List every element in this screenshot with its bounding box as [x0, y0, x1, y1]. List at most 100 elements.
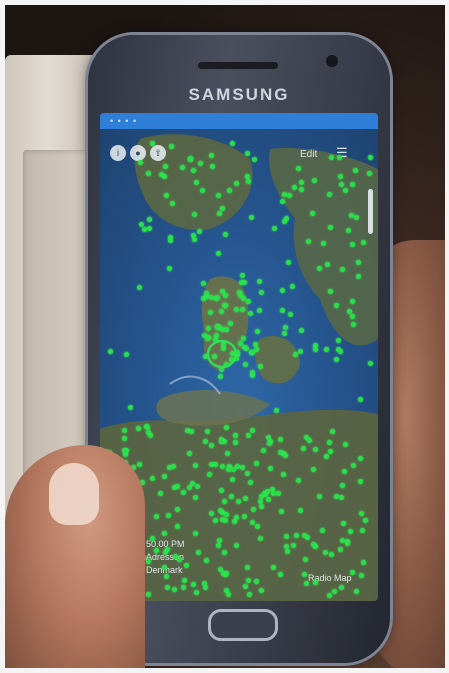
- station-marker[interactable]: [237, 292, 243, 298]
- station-marker[interactable]: [233, 307, 239, 313]
- station-marker[interactable]: [221, 341, 227, 347]
- station-marker[interactable]: [353, 588, 359, 594]
- station-marker[interactable]: [301, 532, 307, 538]
- station-marker[interactable]: [193, 590, 199, 596]
- station-marker[interactable]: [347, 308, 353, 314]
- home-button[interactable]: [208, 609, 278, 641]
- station-marker[interactable]: [339, 482, 345, 488]
- station-marker[interactable]: [367, 360, 373, 366]
- station-marker[interactable]: [335, 337, 341, 343]
- station-marker[interactable]: [362, 518, 368, 524]
- station-marker[interactable]: [169, 200, 175, 206]
- station-marker[interactable]: [251, 156, 257, 162]
- station-marker[interactable]: [334, 302, 340, 308]
- station-marker[interactable]: [168, 143, 174, 149]
- station-marker[interactable]: [367, 155, 373, 161]
- station-marker[interactable]: [220, 463, 226, 469]
- station-marker[interactable]: [297, 507, 303, 513]
- station-marker[interactable]: [316, 494, 322, 500]
- station-marker[interactable]: [339, 494, 345, 500]
- station-marker[interactable]: [145, 424, 151, 430]
- station-marker[interactable]: [336, 154, 342, 160]
- station-marker[interactable]: [221, 302, 227, 308]
- station-marker[interactable]: [357, 397, 363, 403]
- station-marker[interactable]: [193, 179, 199, 185]
- station-marker[interactable]: [349, 241, 355, 247]
- station-marker[interactable]: [146, 216, 152, 222]
- station-marker[interactable]: [302, 557, 308, 562]
- station-marker[interactable]: [276, 490, 282, 496]
- station-marker[interactable]: [258, 503, 264, 509]
- twitter-icon[interactable]: ●: [130, 145, 146, 161]
- station-marker[interactable]: [192, 211, 198, 217]
- station-marker[interactable]: [164, 546, 170, 552]
- station-marker[interactable]: [320, 240, 326, 246]
- station-marker[interactable]: [194, 483, 200, 489]
- station-marker[interactable]: [306, 438, 312, 444]
- station-marker[interactable]: [279, 307, 285, 313]
- station-marker[interactable]: [165, 512, 171, 518]
- station-marker[interactable]: [217, 373, 223, 379]
- station-marker[interactable]: [215, 543, 221, 549]
- station-marker[interactable]: [281, 191, 287, 197]
- station-marker[interactable]: [211, 353, 217, 359]
- station-marker[interactable]: [341, 468, 347, 474]
- station-marker[interactable]: [243, 346, 249, 352]
- station-marker[interactable]: [107, 348, 113, 354]
- station-marker[interactable]: [154, 513, 160, 519]
- station-marker[interactable]: [327, 439, 333, 445]
- station-marker[interactable]: [310, 541, 316, 547]
- share-icon[interactable]: ⇧: [150, 145, 166, 161]
- station-marker[interactable]: [329, 551, 335, 557]
- station-marker[interactable]: [218, 308, 224, 314]
- station-marker[interactable]: [207, 309, 213, 315]
- station-marker[interactable]: [204, 336, 210, 342]
- station-marker[interactable]: [305, 238, 311, 244]
- station-marker[interactable]: [186, 451, 192, 457]
- station-marker[interactable]: [333, 357, 339, 363]
- station-marker[interactable]: [192, 494, 198, 500]
- station-marker[interactable]: [242, 495, 248, 501]
- station-marker[interactable]: [291, 184, 297, 190]
- station-marker[interactable]: [202, 580, 207, 586]
- station-marker[interactable]: [290, 542, 296, 548]
- station-marker[interactable]: [203, 290, 209, 296]
- station-marker[interactable]: [205, 326, 211, 331]
- station-marker[interactable]: [337, 349, 343, 355]
- station-marker[interactable]: [299, 186, 305, 192]
- station-marker[interactable]: [286, 193, 292, 199]
- station-marker[interactable]: [208, 510, 214, 516]
- station-marker[interactable]: [149, 535, 155, 541]
- station-marker[interactable]: [266, 434, 272, 440]
- station-marker[interactable]: [162, 530, 168, 536]
- station-marker[interactable]: [218, 366, 224, 372]
- station-marker[interactable]: [179, 164, 185, 170]
- station-marker[interactable]: [216, 211, 222, 217]
- station-marker[interactable]: [214, 324, 220, 330]
- station-marker[interactable]: [245, 578, 251, 584]
- station-marker[interactable]: [283, 533, 289, 539]
- station-marker[interactable]: [343, 187, 349, 193]
- station-marker[interactable]: [240, 464, 246, 470]
- scroll-thumb[interactable]: [368, 189, 373, 234]
- station-marker[interactable]: [356, 273, 362, 279]
- station-marker[interactable]: [258, 363, 264, 369]
- station-marker[interactable]: [172, 586, 177, 592]
- station-marker[interactable]: [241, 335, 247, 341]
- station-marker[interactable]: [293, 532, 299, 538]
- station-marker[interactable]: [180, 585, 186, 591]
- station-marker[interactable]: [230, 466, 236, 472]
- station-marker[interactable]: [150, 475, 156, 481]
- station-marker[interactable]: [245, 432, 251, 438]
- station-marker[interactable]: [348, 212, 354, 218]
- edit-button[interactable]: Edit: [300, 149, 317, 160]
- station-marker[interactable]: [329, 154, 335, 160]
- station-marker[interactable]: [297, 349, 303, 355]
- station-marker[interactable]: [189, 428, 195, 434]
- station-marker[interactable]: [359, 527, 365, 533]
- station-marker[interactable]: [223, 362, 229, 368]
- station-marker[interactable]: [249, 214, 255, 220]
- station-marker[interactable]: [136, 462, 142, 468]
- station-marker[interactable]: [149, 140, 155, 146]
- station-marker[interactable]: [298, 327, 304, 333]
